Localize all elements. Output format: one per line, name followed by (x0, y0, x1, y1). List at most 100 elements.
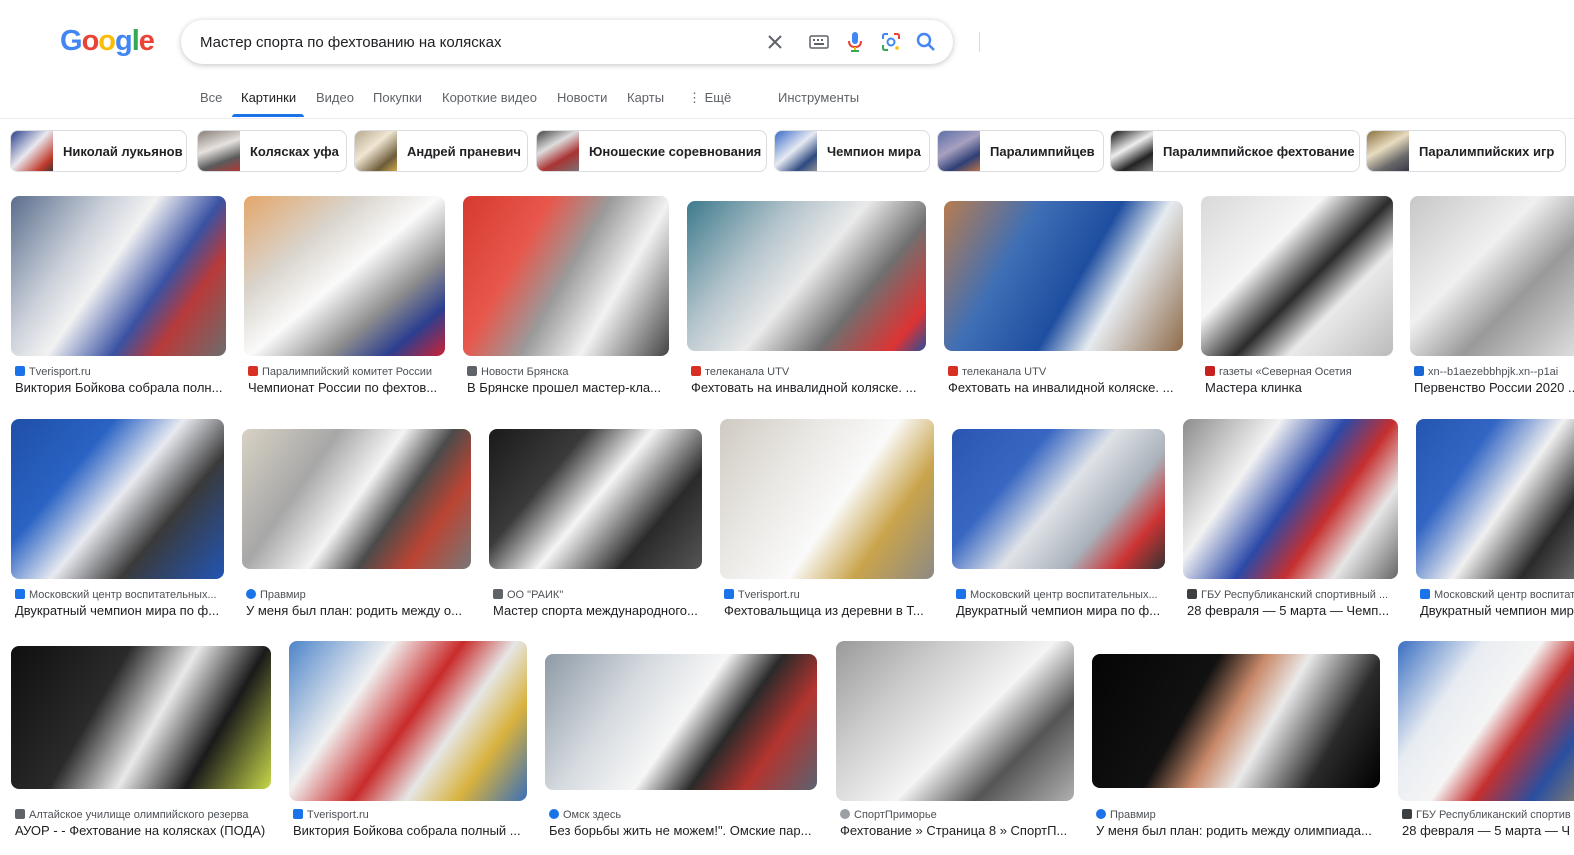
image-result[interactable]: Tverisport.ru Фехтовальщица из деревни в… (720, 419, 934, 619)
result-title: Фехтовать на инвалидной коляске. ... (691, 380, 917, 395)
result-source: телеканала UTV (948, 366, 1183, 378)
chip-label: Юношеские соревнования (589, 144, 762, 159)
image-result[interactable]: xn--b1aezebbhpjk.xn--p1ai Первенство Рос… (1410, 196, 1574, 396)
image-result[interactable]: Tverisport.ru Виктория Бойкова собрала п… (289, 641, 527, 846)
chip-thumbnail (537, 131, 579, 171)
image-result[interactable]: СпортПриморье Фехтование » Страница 8 » … (836, 641, 1074, 846)
result-title: Двукратный чемпион мира по ф... (956, 603, 1161, 618)
chip-world-champion[interactable]: Чемпион мира (774, 130, 930, 172)
chip-paralympic-fencing[interactable]: Паралимпийское фехтование (1110, 130, 1360, 172)
result-source: Правмир (1096, 809, 1380, 821)
favicon-icon (840, 809, 850, 819)
favicon-icon (15, 366, 25, 376)
result-source: Паралимпийский комитет России (248, 366, 444, 378)
close-icon[interactable] (763, 30, 787, 54)
image-result[interactable]: Правмир У меня был план: родить между о.… (242, 429, 471, 619)
result-source: Новости Брянска (467, 366, 669, 378)
tab-all[interactable]: Все (200, 90, 222, 105)
favicon-icon (1402, 809, 1412, 819)
image-result[interactable]: Tverisport.ru Виктория Бойкова собрала п… (11, 196, 226, 396)
result-title: Фехтовальщица из деревни в Т... (724, 603, 924, 618)
image-result[interactable]: Московский центр воспитательных... Двукр… (952, 429, 1165, 619)
chip-youth-competitions[interactable]: Юношеские соревнования (536, 130, 767, 172)
image-result[interactable]: ГБУ Республиканский спортив 28 февраля —… (1398, 641, 1574, 846)
result-title: Виктория Бойкова собрала полн... (15, 380, 223, 395)
result-source: ОО "РАИК" (493, 589, 702, 601)
chip-label: Николай лукьянов (63, 144, 183, 159)
image-result[interactable]: ГБУ Республиканский спортивный ... 28 фе… (1183, 419, 1398, 619)
lens-icon[interactable] (879, 30, 903, 54)
result-source: xn--b1aezebbhpjk.xn--p1ai (1414, 366, 1574, 378)
image-result[interactable]: газеты «Северная Осетия Мастера клинка (1201, 196, 1393, 396)
chip-thumbnail (11, 131, 53, 171)
chip-thumbnail (198, 131, 240, 171)
favicon-icon (1414, 366, 1424, 376)
image-result[interactable]: Паралимпийский комитет России Чемпионат … (244, 196, 445, 396)
tab-more[interactable]: ⋮ Ещё (688, 90, 731, 106)
chip-nikolai-lukyanov[interactable]: Николай лукьянов (10, 130, 187, 172)
image-result[interactable]: Московский центр воспитат Двукратный чем… (1416, 419, 1574, 619)
tab-tools[interactable]: Инструменты (778, 90, 859, 105)
tab-shopping[interactable]: Покупки (373, 90, 422, 105)
image-result[interactable]: Новости Брянска В Брянске прошел мастер-… (463, 196, 669, 396)
image-result[interactable]: Правмир У меня был план: родить между ол… (1092, 654, 1380, 846)
chip-label: Колясках уфа (250, 144, 339, 159)
chip-paralympians[interactable]: Паралимпийцев (937, 130, 1104, 172)
image-thumbnail (244, 196, 445, 356)
image-thumbnail (489, 429, 702, 569)
image-result[interactable]: телеканала UTV Фехтовать на инвалидной к… (687, 201, 926, 396)
header: Google Все Картинки Видео Покупки Коротк… (0, 0, 1574, 119)
result-title: 28 февраля — 5 марта — Чемп... (1187, 603, 1390, 618)
favicon-icon (948, 366, 958, 376)
result-title: 28 февраля — 5 марта — Ч (1402, 823, 1571, 838)
image-thumbnail (952, 429, 1165, 569)
result-source: ГБУ Республиканский спортив (1402, 809, 1574, 821)
tab-short-videos[interactable]: Короткие видео (442, 90, 537, 105)
image-thumbnail (1416, 419, 1574, 579)
result-source: Правмир (246, 589, 471, 601)
result-title: АУОР - - Фехтование на колясках (ПОДА) (15, 823, 266, 838)
favicon-icon (15, 589, 25, 599)
tab-news[interactable]: Новости (557, 90, 607, 105)
related-searches-chips: Николай лукьянов Колясках уфа Андрей пра… (0, 130, 1574, 174)
keyboard-icon[interactable] (807, 30, 831, 54)
mic-icon[interactable] (843, 30, 867, 54)
image-thumbnail (242, 429, 471, 569)
chip-label: Паралимпийских игр (1419, 144, 1555, 159)
image-result[interactable]: Алтайское училище олимпийского резерва А… (11, 646, 271, 846)
result-source: Омск здесь (549, 809, 817, 821)
chip-thumbnail (1111, 131, 1153, 171)
tab-maps[interactable]: Карты (627, 90, 664, 105)
favicon-icon (493, 589, 503, 599)
favicon-icon (691, 366, 701, 376)
image-result[interactable]: ОО "РАИК" Мастер спорта международного..… (489, 429, 702, 619)
image-result[interactable]: телеканала UTV Фехтовать на инвалидной к… (944, 201, 1183, 396)
chip-label: Паралимпийское фехтование (1163, 144, 1355, 159)
image-result[interactable]: Московский центр воспитательных... Двукр… (11, 419, 224, 619)
chip-paralympic-games[interactable]: Паралимпийских игр (1366, 130, 1566, 172)
result-title: Мастер спорта международного... (493, 603, 698, 618)
result-title: Чемпионат России по фехтов... (248, 380, 438, 395)
chip-wheelchair-ufa[interactable]: Колясках уфа (197, 130, 347, 172)
result-title: Двукратный чемпион мир (1420, 603, 1574, 618)
search-icon[interactable] (914, 30, 938, 54)
favicon-icon (549, 809, 559, 819)
result-source: Московский центр воспитательных... (15, 589, 224, 601)
chip-andrei-pranevich[interactable]: Андрей праневич (354, 130, 528, 172)
tab-images[interactable]: Картинки (241, 90, 296, 105)
chip-label: Паралимпийцев (990, 144, 1095, 159)
image-thumbnail (11, 196, 226, 356)
favicon-icon (1420, 589, 1430, 599)
result-title: У меня был план: родить между олимпиада.… (1096, 823, 1372, 838)
tab-video[interactable]: Видео (316, 90, 354, 105)
chip-label: Чемпион мира (827, 144, 921, 159)
google-logo[interactable]: Google (60, 25, 155, 58)
search-input[interactable] (200, 32, 740, 52)
image-result[interactable]: Омск здесь Без борьбы жить не можем!". О… (545, 654, 817, 846)
result-source: Московский центр воспитат (1420, 589, 1574, 601)
search-divider (979, 32, 980, 52)
result-source: телеканала UTV (691, 366, 926, 378)
image-thumbnail (11, 419, 224, 579)
favicon-icon (724, 589, 734, 599)
image-thumbnail (1398, 641, 1574, 801)
